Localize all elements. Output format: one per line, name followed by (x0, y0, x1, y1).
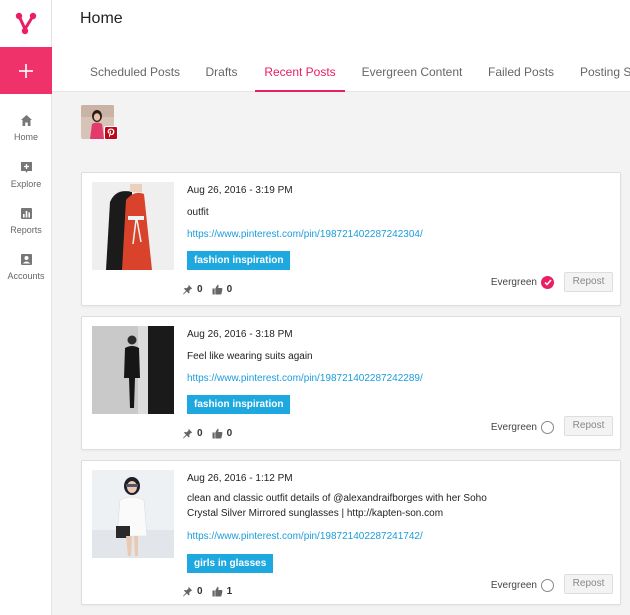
plus-icon (19, 63, 33, 78)
evergreen-toggle: Evergreen (491, 276, 554, 289)
board-tag[interactable]: girls in glasses (187, 554, 274, 573)
post-stats: 0 0 (182, 428, 241, 439)
evergreen-label: Evergreen (490, 580, 537, 591)
bar-chart-icon (20, 208, 32, 219)
tab-scheduled-posts[interactable]: Scheduled Posts (89, 52, 181, 92)
evergreen-toggle: Evergreen (491, 579, 554, 592)
tab-drafts[interactable]: Drafts (202, 52, 241, 92)
pin-count: 0 (197, 586, 203, 597)
evergreen-label: Evergreen (490, 277, 537, 288)
pin-count: 0 (197, 428, 203, 439)
tab-evergreen-content[interactable]: Evergreen Content (360, 52, 464, 92)
vero-logo-icon[interactable] (0, 0, 52, 47)
like-count: 1 (226, 586, 233, 597)
pin-icon (183, 586, 193, 597)
post-card: Aug 26, 2016 - 3:18 PM Feel like wearing… (81, 316, 621, 450)
repost-button[interactable]: Repost (564, 574, 613, 594)
like-icon (212, 428, 222, 439)
unchecked-circle-icon[interactable] (541, 421, 554, 434)
post-date: Aug 26, 2016 - 3:18 PM (187, 329, 293, 340)
post-card: Aug 26, 2016 - 3:19 PM outfit https://ww… (81, 172, 621, 306)
post-link[interactable]: https://www.pinterest.com/pin/1987214022… (187, 373, 423, 384)
checkmark-icon[interactable] (541, 276, 554, 289)
repost-button[interactable]: Repost (564, 416, 613, 436)
like-icon (212, 284, 222, 295)
board-tag[interactable]: fashion inspiration (187, 395, 291, 414)
post-text: Feel like wearing suits again (187, 351, 313, 362)
post-link[interactable]: https://www.pinterest.com/pin/1987214022… (187, 531, 423, 542)
explore-icon (20, 162, 32, 173)
unchecked-circle-icon[interactable] (541, 579, 554, 592)
post-image[interactable] (92, 470, 174, 558)
post-text: outfit (187, 207, 209, 218)
page-title: Home (80, 10, 123, 27)
post-date: Aug 26, 2016 - 1:12 PM (187, 473, 293, 484)
sidebar-item-explore[interactable]: Explore (0, 161, 52, 205)
header: Home Scheduled Posts Drafts Recent Posts… (52, 0, 630, 92)
pin-icon (183, 428, 193, 439)
sidebar: Home Explore Reports Accounts (0, 0, 52, 615)
sidebar-item-label: Home (13, 132, 38, 142)
tab-failed-posts[interactable]: Failed Posts (488, 52, 554, 92)
evergreen-label: Evergreen (490, 422, 537, 433)
sidebar-item-home[interactable]: Home (0, 114, 52, 158)
sidebar-item-label: Reports (10, 225, 42, 235)
compose-button[interactable] (0, 47, 52, 94)
tab-bar: Scheduled Posts Drafts Recent Posts Ever… (52, 52, 630, 92)
post-stats: 0 1 (182, 586, 241, 597)
sidebar-item-reports[interactable]: Reports (0, 207, 52, 251)
sidebar-item-label: Accounts (7, 271, 45, 281)
repost-button[interactable]: Repost (564, 272, 613, 292)
sidebar-item-accounts[interactable]: Accounts (0, 253, 52, 297)
post-stats: 0 0 (182, 284, 241, 295)
like-count: 0 (226, 284, 233, 295)
like-count: 0 (226, 428, 233, 439)
post-date: Aug 26, 2016 - 3:19 PM (187, 185, 293, 196)
sidebar-item-label: Explore (10, 179, 42, 189)
tab-posting-schedule[interactable]: Posting S (580, 52, 630, 92)
home-icon (20, 115, 32, 126)
tab-recent-posts[interactable]: Recent Posts (255, 52, 345, 92)
evergreen-toggle: Evergreen (491, 421, 554, 434)
post-card: Aug 26, 2016 - 1:12 PM clean and classic… (81, 460, 621, 605)
post-image[interactable] (92, 326, 174, 414)
account-icon (20, 254, 32, 265)
pin-icon (183, 284, 193, 295)
pin-count: 0 (197, 284, 203, 295)
pinterest-icon (104, 126, 118, 140)
post-text: clean and classic outfit details of @ale… (187, 493, 487, 519)
post-image[interactable] (92, 182, 174, 270)
post-link[interactable]: https://www.pinterest.com/pin/1987214022… (187, 229, 423, 240)
like-icon (212, 586, 222, 597)
board-tag[interactable]: fashion inspiration (187, 251, 291, 270)
